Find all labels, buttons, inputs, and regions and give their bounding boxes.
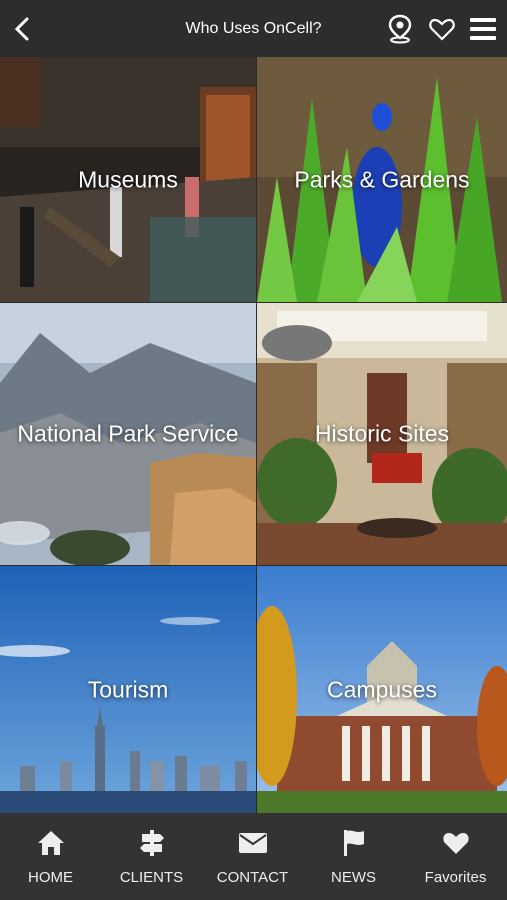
tile-label: Parks & Gardens <box>294 166 470 192</box>
tile-label: Campuses <box>327 676 437 702</box>
tab-contact[interactable]: CONTACT <box>202 813 303 900</box>
heart-icon <box>442 833 469 854</box>
tab-label: CONTACT <box>216 869 289 886</box>
tab-clients[interactable]: CLIENTS <box>101 813 202 900</box>
tab-label: CLIENTS <box>119 869 184 886</box>
bottom-tab-bar: HOME CLIENTS CONTACT NEWS Favorites <box>0 813 507 900</box>
tab-label: Favorites <box>424 869 487 886</box>
tile-campuses[interactable]: Campuses <box>257 566 507 813</box>
home-icon <box>37 831 64 855</box>
tab-home[interactable]: HOME <box>0 813 101 900</box>
tile-label: Museums <box>78 166 178 192</box>
category-grid: Museums Parks & Gardens National Park Se… <box>0 57 507 813</box>
tab-news[interactable]: NEWS <box>303 813 404 900</box>
signpost-icon <box>139 830 164 856</box>
tile-national-park-service[interactable]: National Park Service <box>0 303 256 565</box>
tile-label: Historic Sites <box>314 420 450 447</box>
tab-label: NEWS <box>331 869 376 886</box>
favorite-button[interactable] <box>427 14 457 44</box>
location-button[interactable] <box>385 14 415 44</box>
tile-parks-gardens[interactable]: Parks & Gardens <box>257 57 507 302</box>
tile-tourism[interactable]: Tourism <box>0 566 256 813</box>
tab-favorites[interactable]: Favorites <box>404 813 507 900</box>
menu-button[interactable] <box>468 14 498 44</box>
tab-label: HOME <box>28 869 73 886</box>
flag-icon <box>343 830 364 856</box>
hamburger-menu-icon <box>470 18 496 40</box>
map-pin-icon <box>388 14 412 44</box>
envelope-icon <box>238 833 267 853</box>
top-bar: Who Uses OnCell? <box>0 0 507 57</box>
tile-museums[interactable]: Museums <box>0 57 256 302</box>
heart-outline-icon <box>429 18 455 41</box>
tile-label: National Park Service <box>17 420 239 447</box>
tile-label: Tourism <box>87 676 169 702</box>
tile-historic-sites[interactable]: Historic Sites <box>257 303 507 565</box>
